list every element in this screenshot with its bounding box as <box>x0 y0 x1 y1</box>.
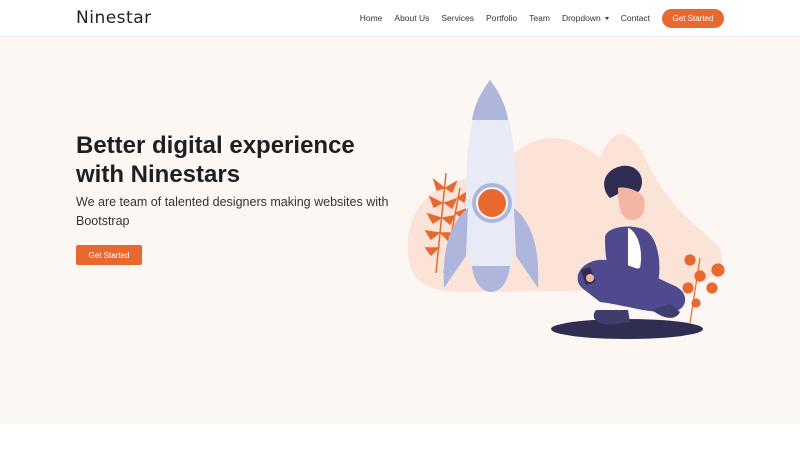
main-nav: Home About Us Services Portfolio Team Dr… <box>360 13 650 23</box>
rocket-and-person-illustration <box>407 80 725 339</box>
site-logo[interactable]: Ninestar <box>76 8 152 28</box>
nav-about-us[interactable]: About Us <box>394 13 429 23</box>
get-started-header-button[interactable]: Get Started <box>662 9 724 28</box>
nav-team[interactable]: Team <box>529 13 550 23</box>
nav-team-label: Team <box>529 13 550 23</box>
nav-dropdown-label: Dropdown <box>561 13 601 23</box>
hero-subtitle: We are team of talented designers making… <box>76 195 389 228</box>
nav-contact-label: Contact <box>620 13 650 23</box>
nav-services-label: Services <box>441 13 474 23</box>
nav-about-us-label: About Us <box>394 13 430 23</box>
nav-contact[interactable]: Contact <box>621 13 650 23</box>
nav-portfolio[interactable]: Portfolio <box>486 13 517 23</box>
get-started-hero-button[interactable]: Get Started <box>76 245 142 265</box>
site-header: Ninestar Home About Us Services Portfoli… <box>0 0 800 37</box>
chevron-down-icon <box>604 16 609 20</box>
nav-portfolio-label: Portfolio <box>485 13 518 23</box>
nav-dropdown[interactable]: Dropdown <box>562 13 609 23</box>
nav-home[interactable]: Home <box>360 13 383 23</box>
nav-services[interactable]: Services <box>441 13 474 23</box>
hero-title: Better digital experience with Ninestars <box>76 132 355 188</box>
nav-home-label: Home <box>359 13 383 23</box>
